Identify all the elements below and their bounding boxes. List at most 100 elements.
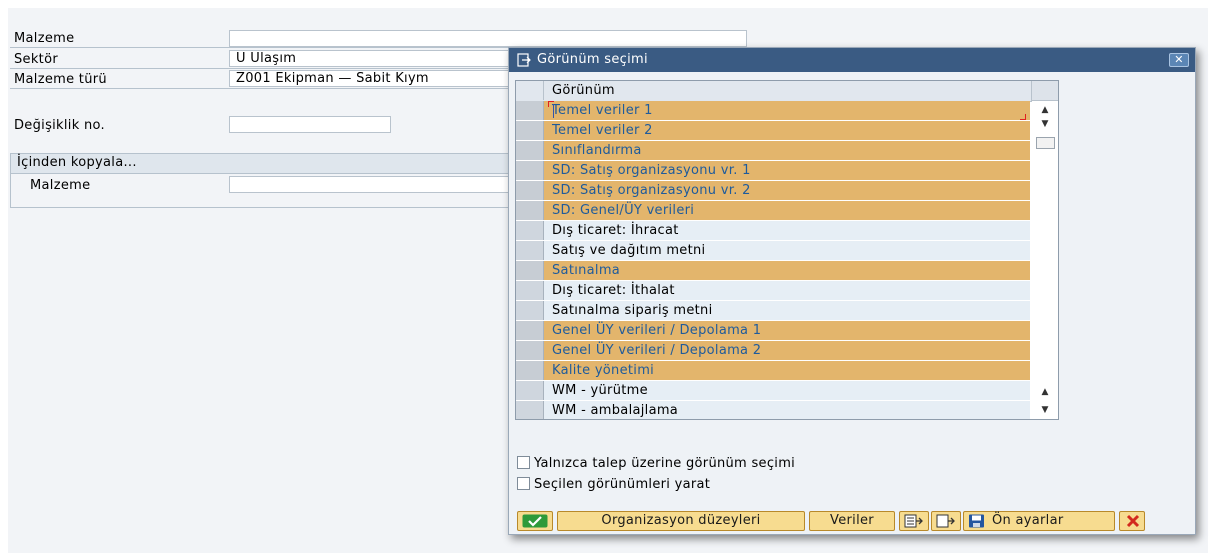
row-label: WM - ambalajlama — [552, 403, 679, 418]
table-rows: Temel veriler 1 Temel veriler 2 Sınıflandı… — [516, 101, 1030, 419]
row-selector[interactable] — [516, 201, 544, 220]
vertical-scrollbar[interactable]: ▲ ▼ ▲ ▼ — [1032, 101, 1058, 419]
table-row[interactable]: Dış ticaret: İhracat — [516, 221, 1030, 241]
on-request-checkbox-row[interactable]: Yalnızca talep üzerine görünüm seçimi — [517, 455, 795, 473]
close-icon[interactable]: ✕ — [1169, 53, 1189, 67]
table-row[interactable]: WM - yürütme — [516, 381, 1030, 401]
table-row[interactable]: Temel veriler 2 — [516, 121, 1030, 141]
row-selector[interactable] — [516, 241, 544, 260]
material-label: Malzeme — [14, 31, 75, 46]
sector-input[interactable]: U Ulaşım — [229, 50, 519, 67]
row-label: SD: Genel/ÜY verileri — [552, 203, 695, 218]
table-row[interactable]: Kalite yönetimi — [516, 361, 1030, 381]
column-settings-cell[interactable] — [1031, 81, 1058, 101]
row-label: Satınalma sipariş metni — [552, 303, 713, 318]
row-label: Temel veriler 2 — [552, 123, 653, 138]
row-label: Genel ÜY verileri / Depolama 2 — [552, 343, 762, 358]
scroll-thumb[interactable] — [1036, 137, 1055, 149]
scroll-up-icon[interactable]: ▲ — [1036, 103, 1054, 117]
dialog-title-bar: Görünüm seçimi ✕ — [509, 48, 1195, 72]
table-row[interactable]: Genel ÜY verileri / Depolama 1 — [516, 321, 1030, 341]
data-button[interactable]: Veriler — [809, 511, 895, 531]
row-label: Temel veriler 1 — [552, 103, 653, 118]
on-request-checkbox[interactable] — [517, 456, 530, 469]
sector-underline — [10, 68, 515, 69]
create-selected-checkbox[interactable] — [517, 477, 530, 490]
table-row[interactable]: WM - ambalajlama — [516, 401, 1030, 419]
row-selector[interactable] — [516, 161, 544, 180]
material-input[interactable] — [229, 30, 747, 47]
change-no-label: Değişiklik no. — [14, 118, 105, 133]
copy-from-title: İçinden kopyala... — [11, 154, 519, 174]
row-label: Satış ve dağıtım metni — [552, 243, 706, 258]
row-label: Kalite yönetimi — [552, 363, 655, 378]
view-selection-dialog: Görünüm seçimi ✕ Görünüm Temel veriler 1… — [508, 47, 1196, 535]
table-row[interactable]: SD: Satış organizasyonu vr. 2 — [516, 181, 1030, 201]
table-row[interactable]: Genel ÜY verileri / Depolama 2 — [516, 341, 1030, 361]
table-row[interactable]: Satınalma sipariş metni — [516, 301, 1030, 321]
dialog-icon — [517, 53, 531, 67]
material-type-label: Malzeme türü — [14, 72, 107, 87]
views-table: Görünüm Temel veriler 1 Temel veriler 2 Sı… — [515, 80, 1059, 420]
defaults-button[interactable]: Ön ayarlar — [963, 511, 1115, 531]
table-header: Görünüm — [516, 81, 1040, 102]
focus-marker — [548, 101, 554, 107]
table-row[interactable]: SD: Satış organizasyonu vr. 1 — [516, 161, 1030, 181]
table-row[interactable]: Satınalma — [516, 261, 1030, 281]
change-no-input[interactable] — [229, 116, 391, 133]
select-all-button[interactable] — [899, 511, 929, 531]
row-label: WM - yürütme — [552, 383, 648, 398]
row-selector[interactable] — [516, 381, 544, 400]
row-label: Dış ticaret: İhracat — [552, 223, 679, 238]
table-row[interactable]: Temel veriler 1 — [516, 101, 1030, 121]
scroll-down-icon[interactable]: ▼ — [1036, 117, 1054, 131]
copy-material-input[interactable] — [229, 176, 519, 193]
dialog-title: Görünüm seçimi — [537, 52, 648, 67]
row-selector[interactable] — [516, 341, 544, 360]
material-type-underline — [10, 88, 515, 89]
row-selector[interactable] — [516, 261, 544, 280]
copy-material-label: Malzeme — [30, 178, 91, 193]
cancel-button[interactable] — [1119, 511, 1145, 531]
page-up-icon[interactable]: ▲ — [1036, 385, 1054, 399]
row-selector[interactable] — [516, 401, 544, 419]
table-row[interactable]: Sınıflandırma — [516, 141, 1030, 161]
row-selector[interactable] — [516, 141, 544, 160]
row-selector[interactable] — [516, 301, 544, 320]
row-label: SD: Satış organizasyonu vr. 1 — [552, 163, 751, 178]
deselect-all-icon — [936, 514, 955, 528]
cancel-icon — [1126, 514, 1140, 528]
on-request-label: Yalnızca talep üzerine görünüm seçimi — [534, 456, 796, 471]
check-icon — [522, 514, 548, 528]
select-all-icon — [904, 514, 923, 528]
row-selector[interactable] — [516, 221, 544, 240]
row-selector[interactable] — [516, 361, 544, 380]
row-selector[interactable] — [516, 281, 544, 300]
column-header-view: Görünüm — [552, 83, 615, 98]
row-label: SD: Satış organizasyonu vr. 2 — [552, 183, 751, 198]
row-label: Genel ÜY verileri / Depolama 1 — [552, 323, 762, 338]
create-selected-label: Seçilen görünümleri yarat — [534, 477, 711, 492]
row-label: Dış ticaret: İthalat — [552, 283, 675, 298]
deselect-all-button[interactable] — [931, 511, 961, 531]
material-underline — [10, 47, 515, 48]
sector-label: Sektör — [14, 52, 58, 67]
row-selector[interactable] — [516, 181, 544, 200]
org-levels-button[interactable]: Organizasyon düzeyleri — [557, 511, 805, 531]
save-icon — [969, 514, 984, 528]
material-type-input[interactable]: Z001 Ekipman — Sabit Kıym — [229, 70, 519, 87]
defaults-label: Ön ayarlar — [992, 513, 1064, 528]
select-all-header-cell[interactable] — [516, 81, 544, 100]
row-selector[interactable] — [516, 121, 544, 140]
table-row[interactable]: SD: Genel/ÜY verileri — [516, 201, 1030, 221]
row-label: Sınıflandırma — [552, 143, 642, 158]
create-selected-checkbox-row[interactable]: Seçilen görünümleri yarat — [517, 476, 710, 494]
row-selector[interactable] — [516, 101, 544, 120]
focus-marker-end — [1020, 114, 1026, 120]
page-down-icon[interactable]: ▼ — [1036, 403, 1054, 417]
table-row[interactable]: Dış ticaret: İthalat — [516, 281, 1030, 301]
row-label: Satınalma — [552, 263, 621, 278]
confirm-button[interactable] — [517, 511, 553, 531]
table-row[interactable]: Satış ve dağıtım metni — [516, 241, 1030, 261]
row-selector[interactable] — [516, 321, 544, 340]
